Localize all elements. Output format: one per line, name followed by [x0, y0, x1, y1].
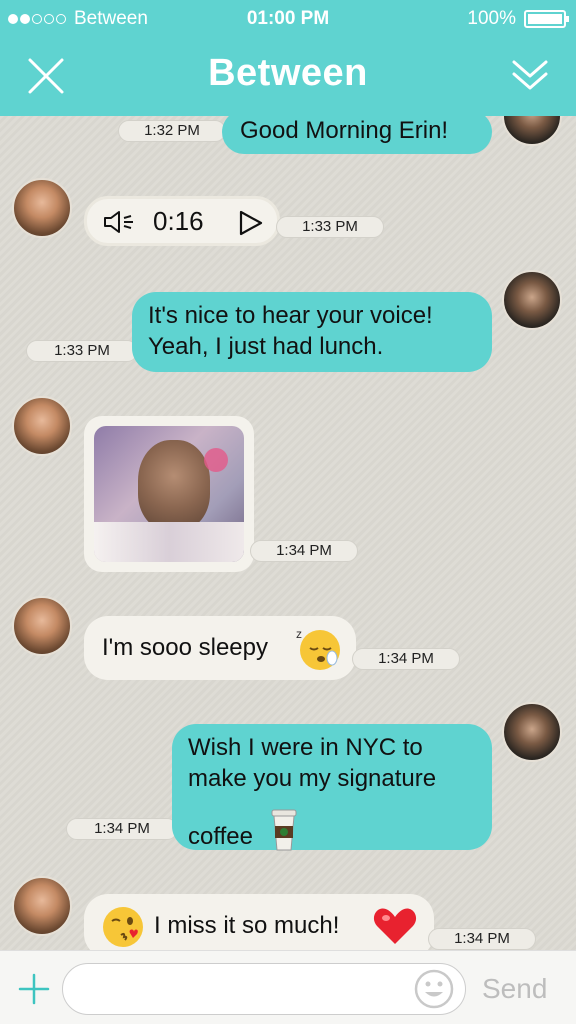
message-bubble[interactable]: I miss it so much! — [84, 894, 434, 950]
app-header: Between 01:00 PM 100% Between — [0, 0, 576, 116]
message-time: 1:33 PM — [276, 216, 384, 238]
red-heart-icon — [373, 908, 417, 944]
voice-message[interactable]: 0:16 — [84, 196, 280, 246]
message-text: It's nice to hear your voice! — [148, 302, 433, 329]
message-bubble[interactable]: Good Morning Erin! — [222, 116, 492, 154]
smiley-icon[interactable] — [414, 969, 454, 1009]
message-text: make you my signature — [188, 765, 437, 792]
message-text: I miss it so much! — [154, 912, 340, 939]
send-button[interactable]: Send — [482, 971, 562, 1007]
avatar[interactable] — [12, 178, 72, 238]
message-text: I'm sooo sleepy — [102, 634, 268, 661]
speaker-icon — [104, 211, 133, 233]
message-bubble[interactable]: It's nice to hear your voice! Yeah, I ju… — [132, 292, 492, 372]
message-time: 1:34 PM — [428, 928, 536, 950]
message-bubble[interactable]: Wish I were in NYC to make you my signat… — [172, 724, 492, 851]
message-time: 1:34 PM — [66, 818, 178, 840]
avatar[interactable] — [12, 396, 72, 456]
photo-image[interactable] — [94, 426, 244, 562]
message-text: Wish I were in NYC to — [188, 734, 423, 761]
play-icon[interactable] — [237, 209, 265, 237]
message-time: 1:34 PM — [250, 540, 358, 562]
avatar[interactable] — [502, 116, 562, 146]
chat-thread[interactable]: 1:32 PM Good Morning Erin! 0:16 1:33 PM … — [0, 116, 576, 950]
message-time: 1:32 PM — [118, 120, 226, 142]
coffee-cup-icon — [271, 809, 297, 851]
message-text: Yeah, I just had lunch. — [148, 333, 384, 360]
message-time: 1:34 PM — [352, 648, 460, 670]
avatar[interactable] — [502, 702, 562, 762]
photo-message[interactable] — [84, 416, 254, 572]
chevron-double-down-icon[interactable] — [510, 54, 550, 94]
message-bubble[interactable]: I'm sooo sleepy z — [84, 616, 356, 680]
status-bar: Between 01:00 PM 100% — [0, 0, 576, 38]
message-text: coffee — [188, 823, 253, 850]
message-text: Good Morning Erin! — [240, 117, 449, 144]
battery-percent: 100% — [467, 8, 516, 29]
winking-kiss-face-icon — [103, 907, 143, 947]
svg-text:z: z — [296, 627, 302, 641]
message-input-bar: Send — [0, 950, 576, 1024]
avatar[interactable] — [502, 270, 562, 330]
voice-duration: 0:16 — [153, 206, 204, 236]
message-input[interactable] — [62, 963, 466, 1015]
sleepy-face-icon: z — [296, 627, 340, 670]
avatar[interactable] — [12, 876, 72, 936]
message-time: 1:33 PM — [26, 340, 138, 362]
avatar[interactable] — [12, 596, 72, 656]
battery-indicator: 100% — [467, 8, 569, 30]
plus-icon[interactable] — [18, 973, 50, 1005]
battery-icon — [524, 10, 569, 28]
page-title: Between — [208, 52, 368, 94]
